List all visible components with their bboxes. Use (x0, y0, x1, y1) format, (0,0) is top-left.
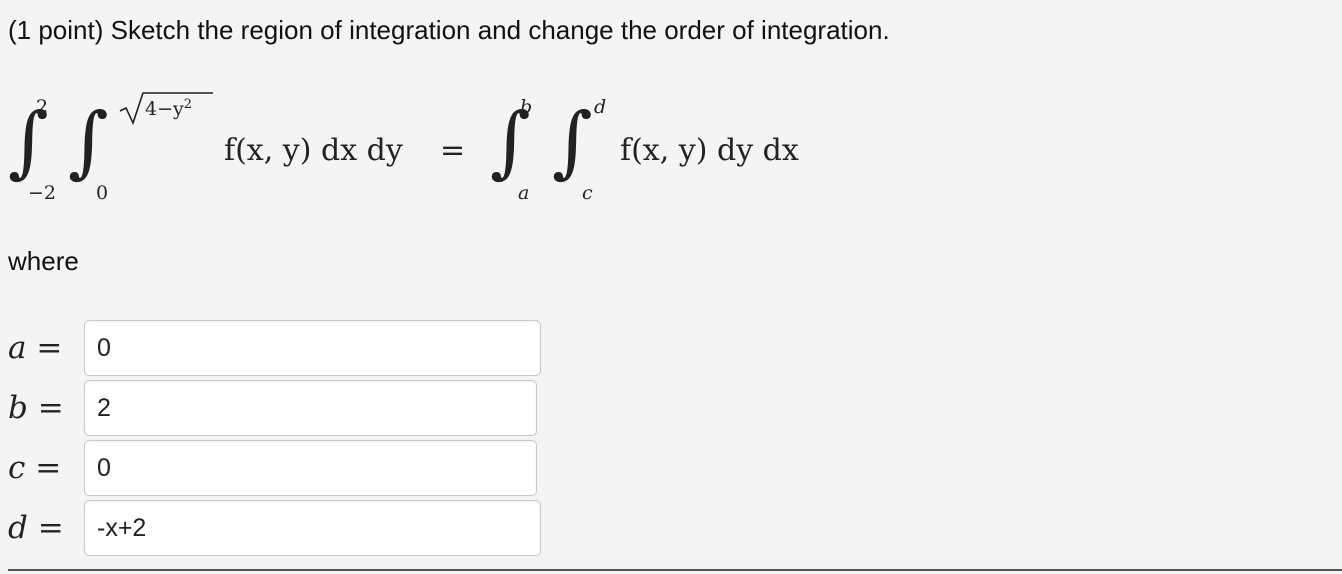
equals-sign: = (440, 133, 466, 168)
outer-lower-limit-right: a (518, 182, 530, 204)
variable-b: b (8, 390, 28, 426)
variable-c: c (8, 450, 26, 486)
inner-lower-limit-right: c (582, 182, 593, 204)
right-integrand: f(x, y) dy dx (620, 133, 799, 168)
answer-label-b: b = (8, 390, 64, 426)
variable-a: a (8, 330, 27, 366)
inner-lower-limit-left: 0 (96, 182, 109, 204)
answer-label-d: d = (8, 510, 64, 546)
answer-label-c: c = (8, 450, 62, 486)
problem-statement: (1 point) Sketch the region of integrati… (8, 15, 890, 45)
inner-integral-sign-left: ∫ (68, 97, 109, 187)
bottom-divider (8, 569, 1342, 571)
outer-upper-limit-right: b (520, 96, 533, 118)
inner-integral-sign-right: ∫ (552, 97, 593, 187)
answer-input-b[interactable]: 2 (84, 380, 537, 436)
outer-lower-limit-left: −2 (28, 182, 57, 204)
left-integrand: f(x, y) dx dy (224, 133, 403, 168)
inner-upper-limit-left: 4−y2 (118, 90, 214, 130)
inner-upper-limit-right: d (594, 96, 607, 118)
answer-input-c[interactable]: 0 (84, 440, 537, 496)
outer-upper-limit-left: 2 (36, 96, 49, 118)
variable-d: d (8, 510, 28, 546)
radicand-exponent: 2 (183, 97, 193, 112)
answer-input-a[interactable]: 0 (84, 320, 541, 376)
radicand-base: 4−y (145, 98, 184, 120)
answer-input-d[interactable]: -x+2 (84, 500, 541, 556)
answer-label-a: a = (8, 330, 63, 366)
radicand: 4−y2 (145, 98, 192, 119)
where-label: where (8, 246, 79, 276)
